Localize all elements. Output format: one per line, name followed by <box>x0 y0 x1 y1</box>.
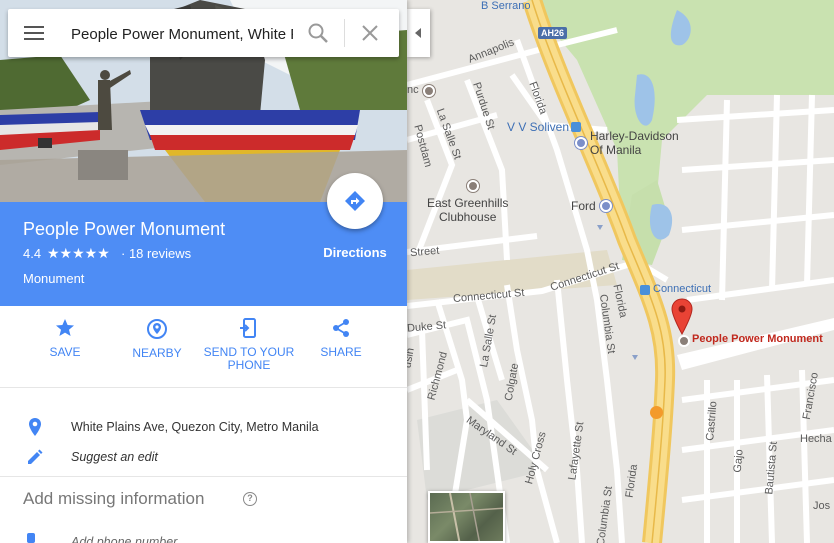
save-button[interactable]: SAVE <box>19 318 111 359</box>
map-label-b-serrano: B Serrano <box>481 0 531 12</box>
search-input[interactable] <box>71 24 293 44</box>
share-label: SHARE <box>320 345 362 359</box>
add-missing-heading: Add missing information <box>23 489 205 508</box>
transit-icon-connecticut <box>640 285 650 295</box>
poi-dot-greenhills <box>467 180 479 192</box>
map-label-jos: Jos <box>813 500 831 512</box>
place-type[interactable]: Monument <box>23 271 84 286</box>
share-button[interactable]: SHARE <box>295 318 387 359</box>
map-label-greenhills: East Greenhills Clubhouse <box>427 196 509 224</box>
map-label-harley: Harley-Davidson Of Manila <box>590 129 679 157</box>
send-to-phone-icon <box>240 318 256 338</box>
address-row[interactable]: White Plains Ave, Quezon City, Metro Man… <box>0 415 407 443</box>
directions-icon <box>345 191 365 211</box>
marker-label[interactable]: People Power Monument <box>692 333 823 345</box>
rating-stars: ★★★★★ <box>47 245 110 261</box>
poi-dot <box>423 85 435 97</box>
add-phone-link[interactable]: Add phone number <box>71 535 177 543</box>
place-panel: People Power Monument 4.4 ★★★★★ · 18 rev… <box>0 0 407 543</box>
chevron-left-icon <box>414 28 421 38</box>
place-marker-icon[interactable] <box>671 298 693 336</box>
satellite-thumbnail <box>430 493 503 541</box>
star-icon <box>56 319 74 336</box>
suggest-edit-row[interactable]: Suggest an edit <box>0 445 407 473</box>
restaurant-icon[interactable] <box>650 406 663 419</box>
suggest-edit-text: Suggest an edit <box>71 450 158 464</box>
directions-label[interactable]: Directions <box>311 245 399 260</box>
close-icon[interactable] <box>359 22 381 44</box>
section-divider <box>0 476 407 477</box>
poi-dot-harley <box>575 137 587 149</box>
direction-arrow-icon <box>597 225 603 230</box>
direction-arrow-icon <box>632 355 638 360</box>
search-divider <box>344 19 345 47</box>
map-label-vv-soliven: V V Soliven <box>507 120 570 134</box>
maps-app: AH26 B Serrano Annapolis Purdue St La Sa… <box>0 0 834 543</box>
map-label-c-edge: nc <box>407 84 419 96</box>
hamburger-menu-icon[interactable] <box>22 23 46 43</box>
place-rating: 4.4 <box>23 246 42 261</box>
highway-shield: AH26 <box>538 27 568 39</box>
transit-icon <box>571 122 581 132</box>
address-text: White Plains Ave, Quezon City, Metro Man… <box>71 420 319 434</box>
monument-poi-dot <box>678 335 690 347</box>
reviews-link[interactable]: · 18 reviews <box>121 246 191 261</box>
action-bar: SAVE NEARBY SEND TO YOUR PHONE SHARE <box>0 306 407 388</box>
search-icon[interactable] <box>307 22 329 44</box>
send-to-phone-label: SEND TO YOUR PHONE <box>203 345 295 372</box>
search-box <box>8 9 399 57</box>
help-icon[interactable]: ? <box>243 492 257 506</box>
location-pin-icon <box>29 418 41 436</box>
satellite-toggle[interactable] <box>428 491 505 543</box>
map-label-ford: Ford <box>571 199 596 213</box>
place-title: People Power Monument <box>23 219 226 239</box>
phone-icon <box>27 533 35 543</box>
share-icon <box>333 319 349 337</box>
pencil-icon <box>28 449 43 464</box>
nearby-button[interactable]: NEARBY <box>111 318 203 360</box>
save-label: SAVE <box>49 345 81 359</box>
collapse-panel-button[interactable] <box>407 9 430 57</box>
map-label-gajo: Gajo <box>731 448 746 474</box>
send-to-phone-button[interactable]: SEND TO YOUR PHONE <box>203 318 295 372</box>
map-label-connecticut-station: Connecticut <box>653 283 712 295</box>
nearby-label: NEARBY <box>132 346 182 360</box>
map-label-street: Street <box>409 244 440 260</box>
map-canvas[interactable]: AH26 B Serrano Annapolis Purdue St La Sa… <box>407 0 834 543</box>
map-label-hecha: Hecha <box>800 433 832 445</box>
directions-button[interactable] <box>327 173 383 229</box>
poi-dot-ford <box>600 200 612 212</box>
nearby-icon <box>147 319 167 339</box>
